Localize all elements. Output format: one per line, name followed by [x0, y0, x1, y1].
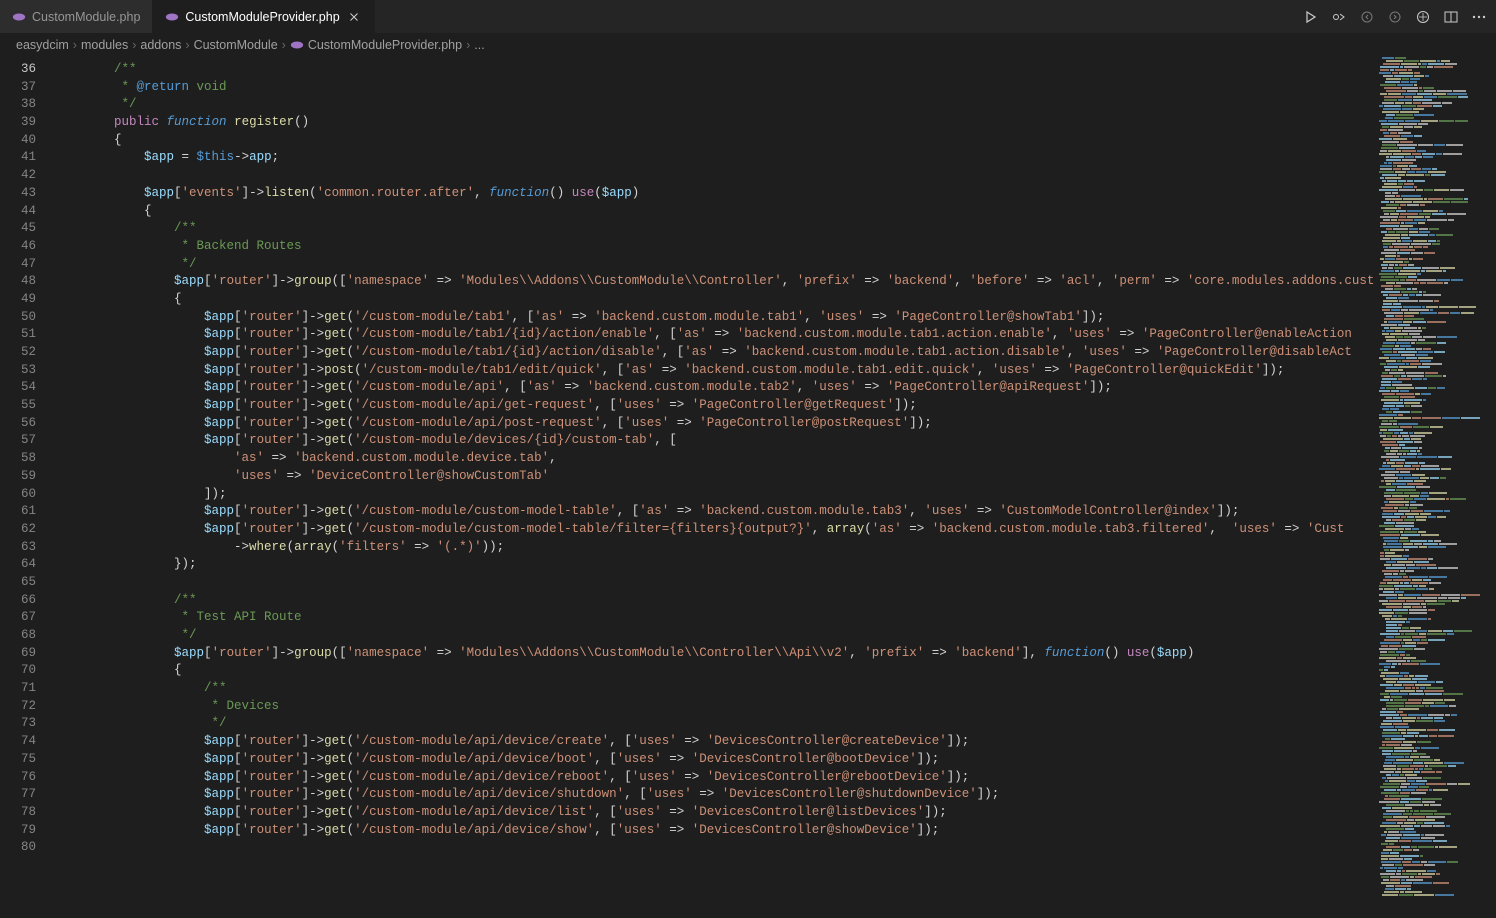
extensions-icon[interactable] [1414, 8, 1432, 26]
crumb[interactable]: modules [81, 38, 128, 52]
chevron-right-icon: › [73, 38, 77, 52]
php-icon [12, 10, 26, 24]
editor: 3637383940414243444546474849505152535455… [0, 57, 1496, 918]
chevron-right-icon: › [282, 38, 286, 52]
tabs: CustomModule.php CustomModuleProvider.ph… [0, 0, 375, 33]
chevron-right-icon: › [132, 38, 136, 52]
split-icon[interactable] [1442, 8, 1460, 26]
chevron-right-icon: › [466, 38, 470, 52]
crumb[interactable]: CustomModuleProvider.php [290, 38, 462, 52]
title-bar: CustomModule.php CustomModuleProvider.ph… [0, 0, 1496, 33]
code-area[interactable]: /** * @return void */ public function re… [54, 57, 1374, 918]
scrollbar[interactable] [1484, 57, 1496, 918]
tab-label: CustomModuleProvider.php [185, 10, 339, 24]
php-icon [165, 10, 179, 24]
crumb-label: easydcim [16, 38, 69, 52]
nav-back-icon[interactable] [1358, 8, 1376, 26]
close-icon[interactable] [346, 9, 362, 25]
minimap[interactable] [1374, 57, 1484, 918]
run-icon[interactable] [1302, 8, 1320, 26]
crumb-label: modules [81, 38, 128, 52]
php-icon [290, 38, 304, 52]
crumb[interactable]: ... [474, 38, 484, 52]
more-icon[interactable] [1470, 8, 1488, 26]
breadcrumbs[interactable]: easydcim › modules › addons › CustomModu… [0, 33, 1496, 57]
tab-custommoduleprovider[interactable]: CustomModuleProvider.php [153, 0, 374, 33]
tab-label: CustomModule.php [32, 10, 140, 24]
title-actions [1300, 8, 1490, 26]
nav-fwd-icon[interactable] [1386, 8, 1404, 26]
crumb-label: ... [474, 38, 484, 52]
crumb[interactable]: easydcim [16, 38, 69, 52]
crumb[interactable]: addons [140, 38, 181, 52]
chevron-right-icon: › [185, 38, 189, 52]
crumb-label: CustomModule [194, 38, 278, 52]
crumb[interactable]: CustomModule [194, 38, 278, 52]
diff-icon[interactable] [1330, 8, 1348, 26]
tab-custommodule[interactable]: CustomModule.php [0, 0, 153, 33]
crumb-label: CustomModuleProvider.php [308, 38, 462, 52]
crumb-label: addons [140, 38, 181, 52]
line-gutter: 3637383940414243444546474849505152535455… [0, 57, 54, 918]
